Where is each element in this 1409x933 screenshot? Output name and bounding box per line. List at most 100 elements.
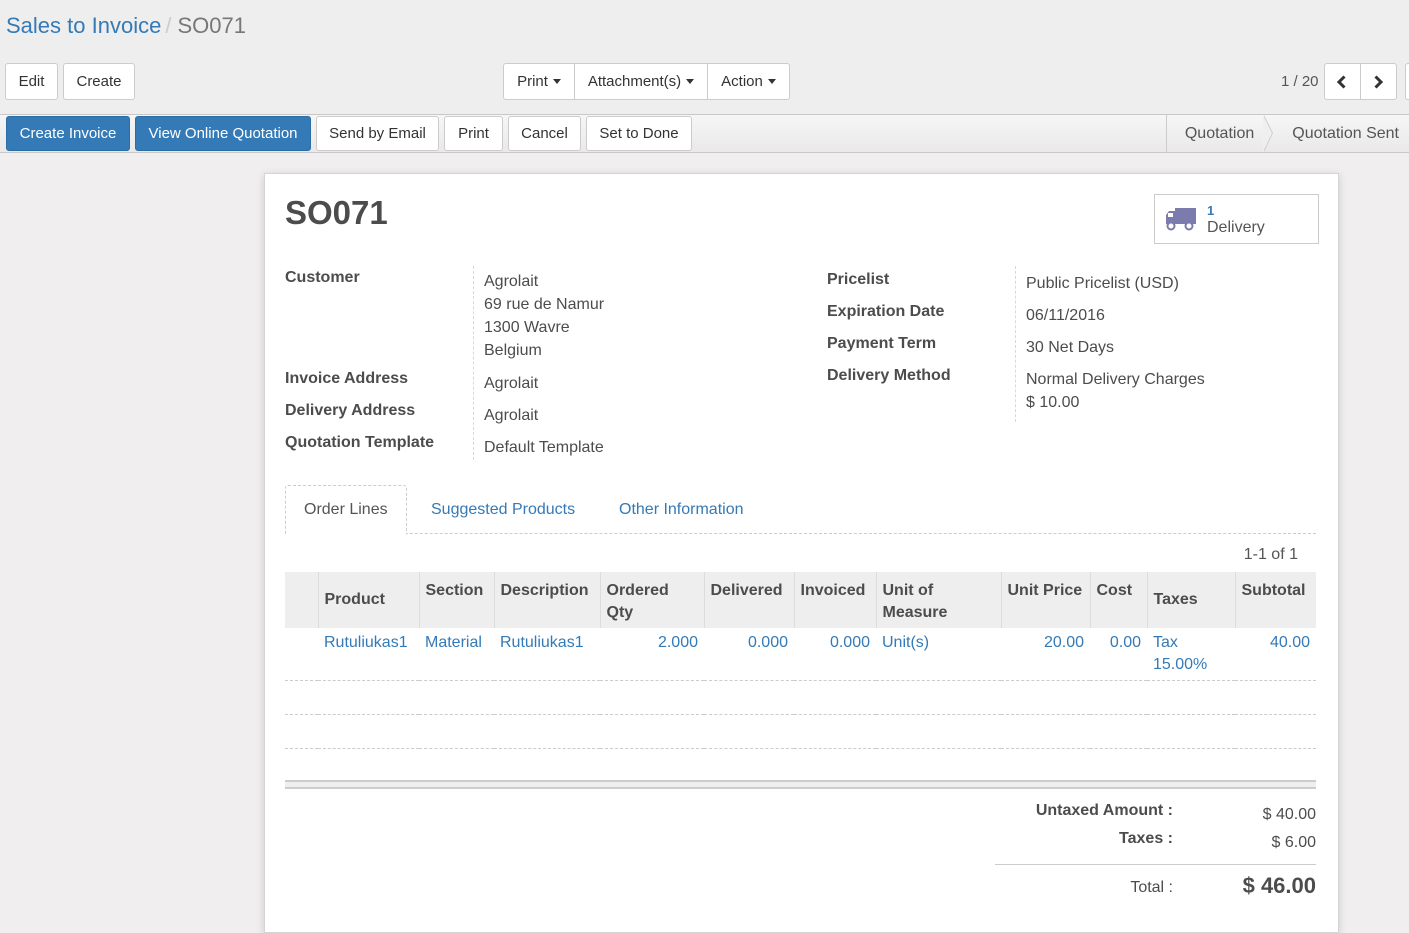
column-header-invoiced[interactable]: Invoiced	[793, 572, 876, 628]
untaxed-amount-value: $ 40.00	[1262, 806, 1316, 823]
action-dropdown[interactable]: Action	[707, 63, 790, 100]
stage-quotation-sent-label: Quotation Sent	[1292, 124, 1399, 142]
cell-taxes[interactable]: Tax 15.00%	[1147, 628, 1235, 681]
column-header-section[interactable]: Section	[418, 572, 494, 628]
column-header-handle	[285, 572, 318, 628]
edit-button[interactable]: Edit	[5, 63, 58, 100]
breadcrumb-parent-link[interactable]: Sales to Invoice	[6, 13, 161, 38]
cell-description[interactable]: Rutuliukas1	[494, 628, 600, 681]
table-header-row: Product Section Description Ordered Qty …	[285, 572, 1316, 628]
delivery-count: 1	[1207, 203, 1215, 218]
cell-unit-price[interactable]: 20.00	[1001, 628, 1090, 681]
customer-address-line: 69 rue de Namur	[484, 296, 605, 313]
total-value: $ 46.00	[1242, 873, 1316, 898]
stage-quotation-label: Quotation	[1184, 124, 1255, 142]
view-online-quotation-button[interactable]: View Online Quotation	[135, 116, 311, 151]
statusbar: Create Invoice View Online Quotation Sen…	[0, 114, 1409, 153]
delivery-address-label: Delivery Address	[285, 402, 416, 419]
taxes-label: Taxes :	[1119, 830, 1173, 847]
expiration-date-label: Expiration Date	[827, 303, 945, 320]
delivery-method-label: Delivery Method	[827, 367, 951, 384]
column-header-unit-of-measure[interactable]: Unit of Measure	[875, 572, 1001, 628]
print-button[interactable]: Print	[444, 116, 503, 151]
field-separator	[1015, 266, 1016, 422]
control-panel: Sales to Invoice / SO071 Edit Create Print…	[0, 0, 1409, 114]
action-dropdown-label: Action	[721, 73, 763, 90]
invoice-address-link[interactable]: Agrolait	[484, 375, 538, 392]
column-header-description[interactable]: Description	[493, 572, 600, 628]
pricelist-link[interactable]: Public Pricelist (USD)	[1026, 275, 1179, 292]
delivery-price-value: $ 10.00	[1026, 394, 1080, 411]
cell-section[interactable]: Material	[419, 628, 494, 681]
caret-down-icon	[552, 79, 561, 84]
cell-delivered[interactable]: 0.000	[704, 628, 794, 681]
attachments-dropdown-label: Attachment(s)	[587, 73, 682, 90]
attachments-dropdown[interactable]: Attachment(s)	[574, 63, 708, 100]
pager-value[interactable]: 1 / 20	[1281, 73, 1319, 90]
cell-unit-of-measure[interactable]: Unit(s)	[876, 628, 1001, 681]
record-title: SO071	[285, 194, 388, 231]
payment-term-link[interactable]: 30 Net Days	[1026, 339, 1114, 356]
pager-previous-button[interactable]	[1323, 63, 1361, 100]
delivery-method-value: Normal Delivery Charges	[1026, 371, 1205, 388]
stage-quotation[interactable]: Quotation	[1167, 115, 1274, 152]
totals-divider	[995, 864, 1316, 865]
print-dropdown[interactable]: Print	[503, 63, 575, 100]
column-header-product[interactable]: Product	[317, 572, 419, 628]
delivery-smart-button[interactable]: 1 Delivery	[1154, 194, 1319, 244]
notebook-tabs: Order Lines Suggested Products Other Inf…	[285, 485, 1316, 535]
chevron-left-icon	[1336, 74, 1346, 89]
caret-down-icon	[767, 79, 776, 84]
order-lines-table: Product Section Description Ordered Qty …	[285, 572, 1316, 749]
set-to-done-button[interactable]: Set to Done	[586, 116, 692, 151]
send-by-email-button[interactable]: Send by Email	[316, 116, 439, 151]
status-stages: Quotation Quotation Sent	[1165, 115, 1409, 152]
column-header-cost[interactable]: Cost	[1089, 572, 1147, 628]
cell-invoiced[interactable]: 0.000	[794, 628, 876, 681]
breadcrumb-separator: /	[165, 13, 172, 38]
table-row[interactable]: Rutuliukas1 Material Rutuliukas1 2.000 0…	[285, 628, 1316, 681]
customer-label: Customer	[285, 269, 360, 286]
customer-address-line: 1300 Wavre	[484, 319, 570, 336]
empty-row	[285, 714, 1316, 749]
customer-link[interactable]: Agrolait	[484, 270, 604, 293]
untaxed-amount-label: Untaxed Amount :	[1035, 802, 1173, 819]
column-header-unit-price[interactable]: Unit Price	[1000, 572, 1090, 628]
column-header-ordered-qty[interactable]: Ordered Qty	[599, 572, 704, 628]
cell-subtotal[interactable]: 40.00	[1235, 628, 1316, 681]
tab-other-information[interactable]: Other Information	[619, 485, 744, 534]
list-pager[interactable]: 1-1 of 1	[1244, 546, 1298, 564]
quotation-template-link[interactable]: Default Template	[484, 439, 604, 456]
cell-cost[interactable]: 0.00	[1090, 628, 1147, 681]
create-button[interactable]: Create	[63, 63, 135, 100]
total-label: Total :	[1130, 879, 1173, 896]
breadcrumb-current: SO071	[177, 13, 246, 38]
create-invoice-button[interactable]: Create Invoice	[6, 116, 130, 151]
switch-view-button[interactable]	[1405, 63, 1409, 100]
column-header-taxes[interactable]: Taxes	[1146, 572, 1235, 628]
payment-term-label: Payment Term	[827, 335, 937, 352]
cell-product[interactable]: Rutuliukas1	[318, 628, 419, 681]
column-header-subtotal[interactable]: Subtotal	[1234, 572, 1316, 628]
taxes-value: $ 6.00	[1271, 834, 1316, 851]
delivery-address-link[interactable]: Agrolait	[484, 407, 538, 424]
expiration-date-value: 06/11/2016	[1026, 307, 1105, 324]
delivery-label: Delivery	[1207, 219, 1265, 236]
pager: 1 / 20	[1281, 63, 1397, 100]
stage-quotation-sent[interactable]: Quotation Sent	[1264, 115, 1409, 152]
truck-icon	[1166, 208, 1196, 231]
table-footer	[285, 780, 1316, 789]
row-handle	[285, 628, 318, 681]
column-header-delivered[interactable]: Delivered	[703, 572, 794, 628]
order-totals: Untaxed Amount : $ 40.00 Taxes : $ 6.00 …	[995, 802, 1316, 903]
chevron-right-icon	[1374, 74, 1384, 89]
pager-next-button[interactable]	[1359, 63, 1397, 100]
customer-address-line: Belgium	[484, 342, 542, 359]
cancel-button[interactable]: Cancel	[508, 116, 581, 151]
cell-ordered-qty[interactable]: 2.000	[600, 628, 704, 681]
tab-order-lines[interactable]: Order Lines	[285, 485, 407, 535]
pricelist-label: Pricelist	[827, 271, 890, 288]
stage-arrow	[1263, 115, 1274, 152]
sidebar-menus: Print Attachment(s) Action	[503, 63, 790, 100]
tab-suggested-products[interactable]: Suggested Products	[431, 485, 575, 534]
